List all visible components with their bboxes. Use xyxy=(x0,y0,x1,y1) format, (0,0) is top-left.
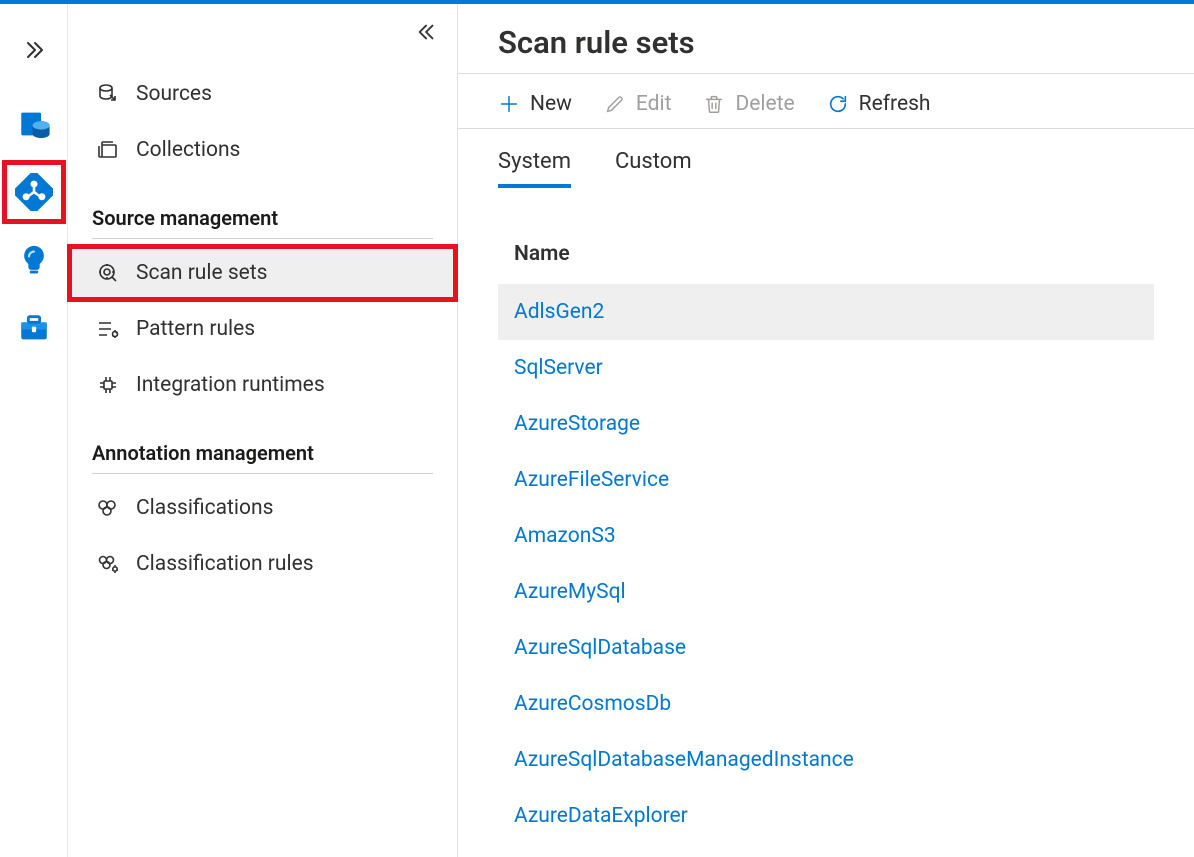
sidebar-item-collections[interactable]: Collections xyxy=(68,122,457,178)
expand-rail-button[interactable] xyxy=(6,22,62,78)
rule-set-table: Name AdlsGen2SqlServerAzureStorageAzureF… xyxy=(498,224,1194,844)
table-row[interactable]: AzureCosmosDb xyxy=(498,676,1154,732)
toolbox-icon xyxy=(17,311,51,345)
sidebar-item-sources[interactable]: Sources xyxy=(68,66,457,122)
table-row[interactable]: SqlServer xyxy=(498,340,1154,396)
sidebar: Sources Collections Source management Sc… xyxy=(68,4,458,857)
sidebar-item-classification-rules[interactable]: Classification rules xyxy=(68,536,457,592)
column-header-name[interactable]: Name xyxy=(498,224,1154,284)
icon-rail xyxy=(0,4,68,857)
pattern-rules-icon xyxy=(92,317,124,341)
sidebar-item-label: Integration runtimes xyxy=(136,373,325,397)
table-row[interactable]: AzureMySql xyxy=(498,564,1154,620)
button-label: Refresh xyxy=(859,92,931,116)
scan-rule-sets-icon xyxy=(92,261,124,285)
table-row[interactable]: AzureSqlDatabase xyxy=(498,620,1154,676)
button-label: Edit xyxy=(636,92,672,116)
plus-icon xyxy=(498,93,520,115)
table-row[interactable]: AzureDataExplorer xyxy=(498,788,1154,844)
rail-insights[interactable] xyxy=(6,232,62,288)
table-row[interactable]: AmazonS3 xyxy=(498,508,1154,564)
trash-icon xyxy=(703,93,725,115)
sidebar-item-label: Classifications xyxy=(136,496,273,520)
classification-rules-icon xyxy=(92,552,124,576)
sidebar-item-scan-rule-sets[interactable]: Scan rule sets xyxy=(68,245,457,301)
database-icon xyxy=(17,107,51,141)
refresh-icon xyxy=(827,93,849,115)
sidebar-item-pattern-rules[interactable]: Pattern rules xyxy=(68,301,457,357)
rail-data-sources[interactable] xyxy=(6,96,62,152)
collapse-sidebar-button[interactable] xyxy=(413,18,441,46)
chevrons-left-icon xyxy=(416,21,438,43)
collections-icon xyxy=(92,138,124,162)
sidebar-item-label: Sources xyxy=(136,82,212,106)
chevrons-right-icon xyxy=(22,38,46,62)
app-root: Sources Collections Source management Sc… xyxy=(0,0,1194,857)
tab-system[interactable]: System xyxy=(498,149,571,188)
edit-icon xyxy=(604,93,626,115)
page-title: Scan rule sets xyxy=(498,24,1194,73)
table-row[interactable]: AdlsGen2 xyxy=(498,284,1154,340)
table-row[interactable]: AzureSqlDatabaseManagedInstance xyxy=(498,732,1154,788)
integration-runtimes-icon xyxy=(92,373,124,397)
sidebar-item-label: Pattern rules xyxy=(136,317,255,341)
sidebar-group-source-management: Source management xyxy=(92,190,433,239)
tab-custom[interactable]: Custom xyxy=(615,149,692,188)
button-label: Delete xyxy=(735,92,794,116)
new-button[interactable]: New xyxy=(498,92,572,116)
main-content: Scan rule sets New Edit Delete xyxy=(458,4,1194,857)
sidebar-item-integration-runtimes[interactable]: Integration runtimes xyxy=(68,357,457,413)
rail-management[interactable] xyxy=(6,300,62,356)
toolbar: New Edit Delete Refresh xyxy=(498,74,1194,128)
sidebar-nav: Sources Collections Source management Sc… xyxy=(68,4,457,592)
button-label: New xyxy=(530,92,572,116)
edit-button[interactable]: Edit xyxy=(604,92,672,116)
sidebar-item-label: Collections xyxy=(136,138,240,162)
sidebar-item-label: Classification rules xyxy=(136,552,314,576)
table-row[interactable]: AzureStorage xyxy=(498,396,1154,452)
refresh-button[interactable]: Refresh xyxy=(827,92,931,116)
rail-data-map[interactable] xyxy=(6,164,62,220)
table-row[interactable]: AzureFileService xyxy=(498,452,1154,508)
tabs: System Custom xyxy=(498,129,1194,194)
sidebar-group-annotation-management: Annotation management xyxy=(92,425,433,474)
classifications-icon xyxy=(92,496,124,520)
lightbulb-icon xyxy=(17,243,51,277)
sources-icon xyxy=(92,82,124,106)
delete-button[interactable]: Delete xyxy=(703,92,794,116)
sidebar-item-label: Scan rule sets xyxy=(136,261,268,285)
sidebar-item-classifications[interactable]: Classifications xyxy=(68,480,457,536)
data-map-icon xyxy=(15,173,53,211)
